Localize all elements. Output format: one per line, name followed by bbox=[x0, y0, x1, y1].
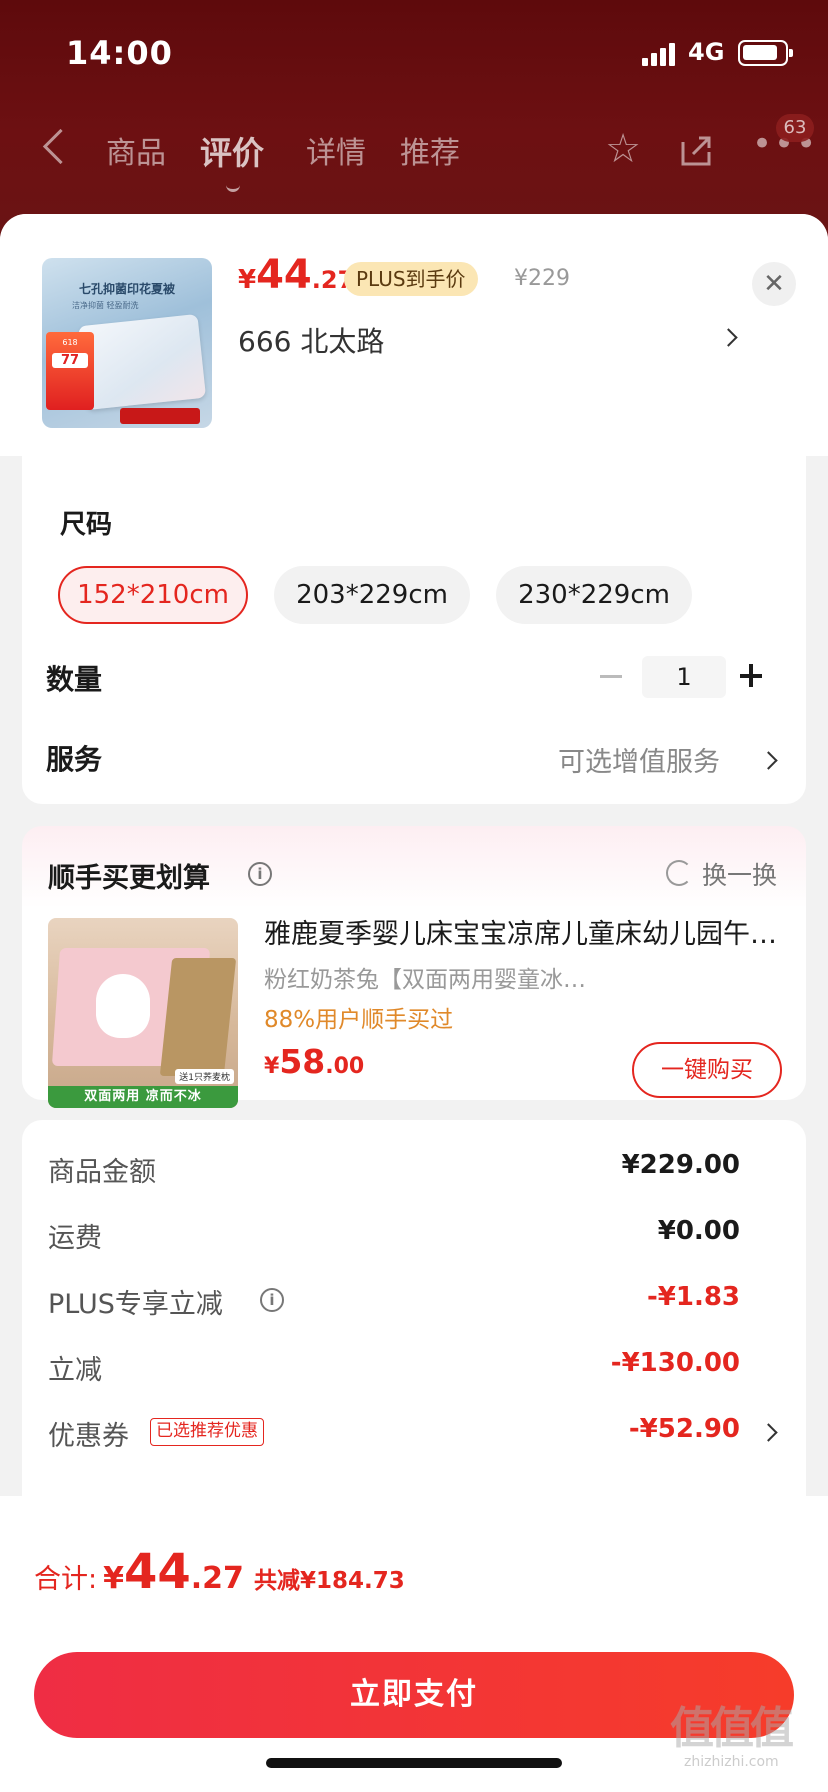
signal-icon bbox=[642, 42, 676, 66]
quantity-input[interactable]: 1 bbox=[642, 656, 726, 698]
summary-label: 立减 bbox=[48, 1355, 102, 1386]
delivery-address[interactable]: 666 北太路 bbox=[238, 320, 384, 360]
one-click-buy-button[interactable]: 一键购买 bbox=[632, 1042, 782, 1098]
battery-icon bbox=[738, 40, 793, 66]
thumbnail-promo-tag: 618 77 bbox=[46, 332, 94, 410]
refresh-button[interactable]: 换一换 bbox=[702, 856, 777, 892]
status-time: 14:00 bbox=[66, 34, 173, 72]
summary-label: 商品金额 bbox=[48, 1157, 156, 1188]
price-summary-card: 商品金额 ¥229.00 运费 ¥0.00 PLUS专享立减 i -¥1.83 … bbox=[22, 1120, 806, 1540]
share-icon[interactable] bbox=[672, 124, 722, 174]
summary-row-goods: 商品金额 ¥229.00 bbox=[22, 1150, 806, 1190]
quantity-label: 数量 bbox=[46, 663, 103, 696]
product-price: ¥ 44 .27 bbox=[238, 252, 354, 302]
total-price: 合计: ¥ 44 .27 共减¥184.73 bbox=[34, 1544, 405, 1600]
price-integer: 44 bbox=[256, 252, 312, 298]
summary-row-instant-discount: 立减 -¥130.00 bbox=[22, 1348, 806, 1388]
total-decimal: .27 bbox=[190, 1561, 244, 1596]
recommend-price-decimal: .00 bbox=[325, 1054, 365, 1079]
tab-product[interactable]: 商品 bbox=[106, 128, 166, 172]
plus-price-tag: PLUS到手价 bbox=[344, 262, 478, 296]
summary-label: PLUS专享立减 bbox=[48, 1289, 223, 1320]
total-symbol: ¥ bbox=[103, 1561, 124, 1596]
summary-label: 运费 bbox=[48, 1223, 102, 1254]
home-indicator bbox=[266, 1758, 562, 1768]
service-label: 服务 bbox=[46, 743, 103, 776]
recommend-image-strip: 双面两用 凉而不冰 bbox=[48, 1086, 238, 1108]
size-chip-152x210[interactable]: 152*210cm bbox=[58, 566, 248, 624]
thumbnail-title: 七孔抑菌印花夏被 bbox=[78, 282, 175, 296]
thumbnail-promo-label: 618 bbox=[62, 338, 78, 347]
purchase-sheet: 七孔抑菌印花夏被 洁净抑菌 轻盈耐洗 618 77 ¥ 44 .27 PLUS到… bbox=[0, 214, 828, 1792]
recommend-bought-rate: 88%用户顺手买过 bbox=[264, 1007, 454, 1033]
back-icon[interactable] bbox=[40, 128, 64, 168]
product-nav-bar: 商品 评价 详情 推荐 ☆ ••• 63 bbox=[0, 110, 828, 192]
thumbnail-promo-price: 77 bbox=[52, 353, 88, 368]
chevron-right-icon[interactable] bbox=[759, 1420, 782, 1446]
recommend-price-symbol: ¥ bbox=[264, 1054, 280, 1079]
quilt-image bbox=[77, 313, 207, 411]
recommend-price: ¥ 58 .00 bbox=[264, 1042, 364, 1081]
star-icon[interactable]: ☆ bbox=[598, 124, 648, 174]
message-badge: 63 bbox=[776, 114, 814, 142]
chevron-right-icon[interactable] bbox=[719, 324, 742, 352]
summary-value: -¥52.90 bbox=[628, 1414, 740, 1444]
summary-value: -¥1.83 bbox=[646, 1282, 740, 1312]
info-icon[interactable]: i bbox=[260, 1288, 284, 1312]
mat-reverse-image bbox=[159, 958, 237, 1076]
refresh-icon[interactable] bbox=[666, 860, 692, 886]
product-thumbnail[interactable]: 七孔抑菌印花夏被 洁净抑菌 轻盈耐洗 618 77 bbox=[42, 258, 212, 428]
summary-value: ¥0.00 bbox=[657, 1216, 740, 1246]
coupon-tag: 已选推荐优惠 bbox=[150, 1418, 264, 1446]
summary-row-shipping: 运费 ¥0.00 bbox=[22, 1216, 806, 1256]
recommend-image-tag: 送1只荞麦枕 bbox=[175, 1069, 234, 1084]
recommend-price-integer: 58 bbox=[279, 1042, 326, 1081]
service-value[interactable]: 可选增值服务 bbox=[558, 740, 720, 779]
close-button[interactable]: ✕ bbox=[752, 262, 796, 306]
bunny-illustration bbox=[96, 974, 150, 1038]
tab-recommend[interactable]: 推荐 bbox=[400, 128, 460, 172]
original-price: ¥229 bbox=[514, 266, 570, 291]
summary-row-coupon[interactable]: 优惠券 已选推荐优惠 -¥52.90 bbox=[22, 1414, 806, 1454]
size-chip-203x229[interactable]: 203*229cm bbox=[274, 566, 470, 624]
size-title: 尺码 bbox=[60, 510, 113, 540]
summary-label: 优惠券 bbox=[48, 1421, 129, 1452]
size-chip-230x229[interactable]: 230*229cm bbox=[496, 566, 692, 624]
recommend-title: 顺手买更划算 bbox=[48, 863, 210, 894]
watermark-logo: 值值值 bbox=[670, 1703, 794, 1754]
total-integer: 44 bbox=[123, 1544, 191, 1600]
total-label: 合计: bbox=[34, 1564, 98, 1595]
summary-value: ¥229.00 bbox=[621, 1150, 740, 1180]
quantity-decrease-button[interactable] bbox=[600, 656, 626, 696]
info-icon[interactable]: i bbox=[248, 862, 272, 886]
summary-row-plus-discount: PLUS专享立减 i -¥1.83 bbox=[22, 1282, 806, 1322]
service-chevron-icon[interactable] bbox=[759, 748, 782, 774]
network-type: 4G bbox=[688, 38, 725, 66]
summary-value: -¥130.00 bbox=[610, 1348, 740, 1378]
recommend-card: 顺手买更划算 i 换一换 送1只荞麦枕 双面两用 凉而不冰 雅鹿夏季婴儿床宝宝凉… bbox=[22, 826, 806, 1108]
recommend-product-name[interactable]: 雅鹿夏季婴儿床宝宝凉席儿童床幼儿园午睡席子 bbox=[264, 912, 784, 951]
tab-reviews[interactable]: 评价 bbox=[200, 128, 264, 192]
product-header: 七孔抑菌印花夏被 洁净抑菌 轻盈耐洗 618 77 ¥ 44 .27 PLUS到… bbox=[0, 214, 828, 456]
quantity-increase-button[interactable] bbox=[738, 656, 766, 696]
recommend-product-sku[interactable]: 粉红奶茶兔【双面两用婴童冰丝凉席】 bbox=[264, 960, 604, 994]
checkout-footer: 合计: ¥ 44 .27 共减¥184.73 立即支付 值值值 zhizhizh… bbox=[0, 1496, 828, 1792]
price-symbol: ¥ bbox=[238, 265, 257, 295]
options-card: 尺码 152*210cm 203*229cm 230*229cm 数量 1 服务… bbox=[22, 456, 806, 804]
recommend-product-image[interactable]: 送1只荞麦枕 双面两用 凉而不冰 bbox=[48, 918, 238, 1108]
status-bar: 14:00 4G bbox=[0, 0, 828, 100]
tab-details[interactable]: 详情 bbox=[306, 128, 366, 172]
total-saved: 共减¥184.73 bbox=[253, 1568, 405, 1594]
thumbnail-subtitle: 洁净抑菌 轻盈耐洗 bbox=[72, 301, 139, 310]
thumbnail-618-strip bbox=[120, 408, 200, 424]
watermark-url: zhizhizhi.com bbox=[684, 1754, 779, 1770]
